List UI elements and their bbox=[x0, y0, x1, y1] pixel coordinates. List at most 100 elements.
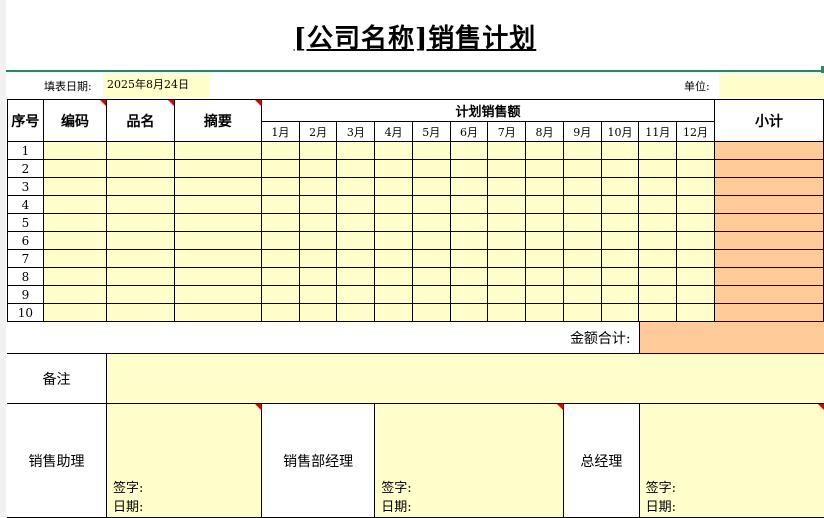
input-cell[interactable] bbox=[638, 195, 678, 214]
input-cell[interactable] bbox=[600, 177, 640, 196]
input-cell[interactable] bbox=[298, 231, 338, 250]
input-cell[interactable] bbox=[106, 177, 175, 196]
input-cell[interactable] bbox=[487, 249, 527, 268]
input-cell[interactable] bbox=[638, 231, 678, 250]
input-cell[interactable] bbox=[676, 213, 715, 232]
subtotal-cell[interactable] bbox=[713, 303, 824, 322]
input-cell[interactable] bbox=[600, 141, 640, 160]
input-cell[interactable] bbox=[261, 177, 300, 196]
input-cell[interactable] bbox=[411, 285, 451, 304]
input-cell[interactable] bbox=[336, 177, 376, 196]
input-cell[interactable] bbox=[676, 249, 715, 268]
comment-marker-icon[interactable] bbox=[254, 404, 261, 410]
input-cell[interactable] bbox=[600, 231, 640, 250]
input-cell[interactable] bbox=[42, 231, 108, 250]
input-cell[interactable] bbox=[449, 141, 489, 160]
input-cell[interactable] bbox=[562, 177, 602, 196]
input-cell[interactable] bbox=[525, 195, 564, 214]
input-cell[interactable] bbox=[525, 303, 564, 322]
input-cell[interactable] bbox=[261, 141, 300, 160]
input-cell[interactable] bbox=[106, 249, 175, 268]
input-cell[interactable] bbox=[173, 159, 263, 178]
input-cell[interactable] bbox=[42, 267, 108, 286]
comment-marker-icon[interactable] bbox=[255, 100, 261, 106]
input-cell[interactable] bbox=[562, 141, 602, 160]
input-cell[interactable] bbox=[525, 231, 564, 250]
input-cell[interactable] bbox=[298, 213, 338, 232]
input-cell[interactable] bbox=[411, 177, 451, 196]
input-cell[interactable] bbox=[562, 231, 602, 250]
subtotal-cell[interactable] bbox=[713, 141, 824, 160]
subtotal-cell[interactable] bbox=[713, 231, 824, 250]
input-cell[interactable] bbox=[261, 249, 300, 268]
input-cell[interactable] bbox=[449, 177, 489, 196]
input-cell[interactable] bbox=[261, 159, 300, 178]
input-cell[interactable] bbox=[525, 141, 564, 160]
input-cell[interactable] bbox=[638, 285, 678, 304]
input-cell[interactable] bbox=[600, 249, 640, 268]
input-cell[interactable] bbox=[298, 195, 338, 214]
input-cell[interactable] bbox=[261, 285, 300, 304]
input-cell[interactable] bbox=[525, 177, 564, 196]
input-cell[interactable] bbox=[173, 195, 263, 214]
subtotal-cell[interactable] bbox=[713, 195, 824, 214]
input-cell[interactable] bbox=[42, 285, 108, 304]
input-cell[interactable] bbox=[600, 285, 640, 304]
input-cell[interactable] bbox=[261, 267, 300, 286]
input-cell[interactable] bbox=[261, 231, 300, 250]
input-cell[interactable] bbox=[173, 177, 263, 196]
input-cell[interactable] bbox=[449, 231, 489, 250]
input-cell[interactable] bbox=[638, 303, 678, 322]
input-cell[interactable] bbox=[106, 195, 175, 214]
input-cell[interactable] bbox=[411, 213, 451, 232]
input-cell[interactable] bbox=[42, 249, 108, 268]
input-cell[interactable] bbox=[676, 141, 715, 160]
input-cell[interactable] bbox=[487, 267, 527, 286]
input-cell[interactable] bbox=[676, 231, 715, 250]
input-cell[interactable] bbox=[487, 231, 527, 250]
input-cell[interactable] bbox=[411, 231, 451, 250]
input-cell[interactable] bbox=[106, 267, 175, 286]
remarks-field[interactable] bbox=[105, 353, 824, 404]
input-cell[interactable] bbox=[374, 141, 413, 160]
input-cell[interactable] bbox=[336, 231, 376, 250]
input-cell[interactable] bbox=[638, 213, 678, 232]
input-cell[interactable] bbox=[42, 141, 108, 160]
input-cell[interactable] bbox=[298, 159, 338, 178]
input-cell[interactable] bbox=[42, 195, 108, 214]
input-cell[interactable] bbox=[261, 213, 300, 232]
subtotal-cell[interactable] bbox=[713, 159, 824, 178]
input-cell[interactable] bbox=[676, 267, 715, 286]
input-cell[interactable] bbox=[298, 303, 338, 322]
input-cell[interactable] bbox=[676, 159, 715, 178]
input-cell[interactable] bbox=[676, 285, 715, 304]
input-cell[interactable] bbox=[525, 285, 564, 304]
input-cell[interactable] bbox=[487, 177, 527, 196]
input-cell[interactable] bbox=[487, 285, 527, 304]
input-cell[interactable] bbox=[525, 159, 564, 178]
input-cell[interactable] bbox=[411, 195, 451, 214]
input-cell[interactable] bbox=[600, 303, 640, 322]
comment-marker-icon[interactable] bbox=[557, 404, 564, 410]
date-field[interactable]: 2025年8月24日 bbox=[103, 73, 210, 97]
comment-marker-icon[interactable] bbox=[818, 404, 824, 410]
input-cell[interactable] bbox=[106, 141, 175, 160]
input-cell[interactable] bbox=[336, 159, 376, 178]
input-cell[interactable] bbox=[298, 267, 338, 286]
input-cell[interactable] bbox=[173, 285, 263, 304]
input-cell[interactable] bbox=[676, 303, 715, 322]
input-cell[interactable] bbox=[374, 213, 413, 232]
input-cell[interactable] bbox=[106, 285, 175, 304]
input-cell[interactable] bbox=[449, 303, 489, 322]
input-cell[interactable] bbox=[525, 213, 564, 232]
input-cell[interactable] bbox=[374, 285, 413, 304]
input-cell[interactable] bbox=[562, 213, 602, 232]
input-cell[interactable] bbox=[336, 195, 376, 214]
input-cell[interactable] bbox=[173, 213, 263, 232]
input-cell[interactable] bbox=[638, 267, 678, 286]
input-cell[interactable] bbox=[374, 303, 413, 322]
comment-marker-icon[interactable] bbox=[167, 100, 174, 106]
input-cell[interactable] bbox=[173, 249, 263, 268]
input-cell[interactable] bbox=[42, 303, 108, 322]
subtotal-cell[interactable] bbox=[713, 213, 824, 232]
